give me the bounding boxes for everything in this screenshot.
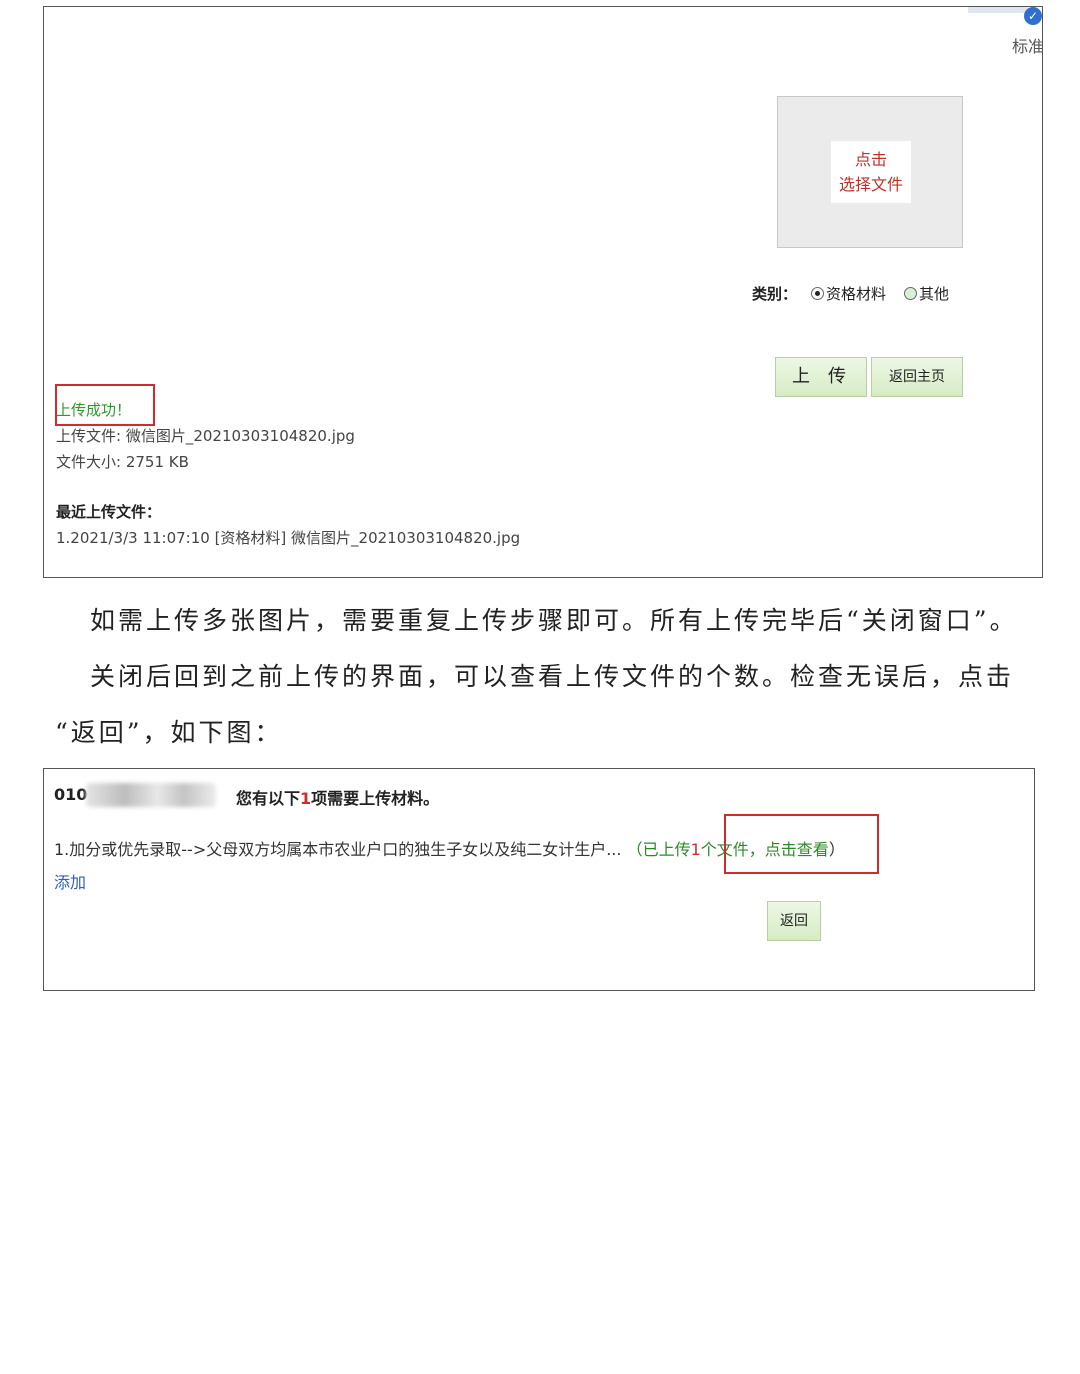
file-picker-line1: 点击 [854, 150, 887, 169]
success-message: 上传成功！ [56, 401, 132, 419]
applicant-id: 010 [54, 785, 88, 804]
material-item-text: 1.加分或优先录取-->父母双方均属本市农业户口的独生子女以及纯二女计生户... [54, 840, 622, 859]
category-option-other[interactable]: 其他 [904, 283, 949, 304]
highlight-box [724, 814, 879, 874]
back-button[interactable]: 返回 [767, 901, 821, 941]
file-picker-button[interactable]: 点击 选择文件 [777, 96, 963, 248]
radio-unchecked-icon[interactable] [904, 287, 918, 300]
status-open: （已上传 [626, 840, 691, 859]
category-label: 类别： [752, 285, 798, 303]
upload-notice: 您有以下1项需要上传材料。 [236, 785, 439, 809]
category-option-qualification[interactable]: 资格材料 [811, 283, 886, 304]
file-picker-line2: 选择文件 [838, 175, 903, 194]
corner-label: 标准 [1012, 37, 1042, 56]
uploaded-file-name: 上传文件: 微信图片_20210303104820.jpg [56, 427, 355, 445]
materials-window: 010 您有以下1项需要上传材料。 1.加分或优先录取-->父母双方均属本市农业… [43, 768, 1035, 991]
instruction-line-3: “返回”，如下图： [55, 718, 283, 747]
recent-files-title: 最近上传文件： [56, 503, 162, 521]
recent-file-item: 1.2021/3/3 11:07:10 [资格材料] 微信图片_20210303… [56, 529, 521, 547]
instruction-line-2: 关闭后回到之前上传的界面，可以查看上传文件的个数。检查无误后，点击 [90, 662, 1015, 691]
redacted-id [86, 783, 216, 807]
upload-button[interactable]: 上传 [775, 357, 867, 397]
notice-text-after: 项需要上传材料。 [311, 789, 440, 808]
return-home-button[interactable]: 返回主页 [871, 357, 963, 397]
add-link[interactable]: 添加 [54, 869, 86, 893]
corner-bar [968, 7, 1028, 13]
check-icon[interactable]: ✓ [1024, 7, 1042, 25]
radio-checked-icon[interactable] [811, 287, 825, 300]
notice-count: 1 [300, 789, 312, 808]
file-picker-label: 点击 选择文件 [831, 141, 911, 203]
category-option-label: 资格材料 [826, 285, 887, 303]
notice-text-before: 您有以下 [236, 789, 301, 808]
corner-tag: ✓ 标准 [962, 7, 1042, 56]
upload-window: ✓ 标准 点击 选择文件 类别： 资格材料 其他 上传 返回主页 上传成功！ 上… [43, 6, 1043, 578]
file-size: 文件大小: 2751 KB [56, 453, 189, 471]
instruction-line-1: 如需上传多张图片，需要重复上传步骤即可。所有上传完毕后“关闭窗口”。 [90, 606, 1018, 635]
category-option-label: 其他 [919, 285, 950, 303]
uploaded-count: 1 [690, 840, 701, 859]
category-selector: 类别： 资格材料 其他 [752, 283, 963, 304]
